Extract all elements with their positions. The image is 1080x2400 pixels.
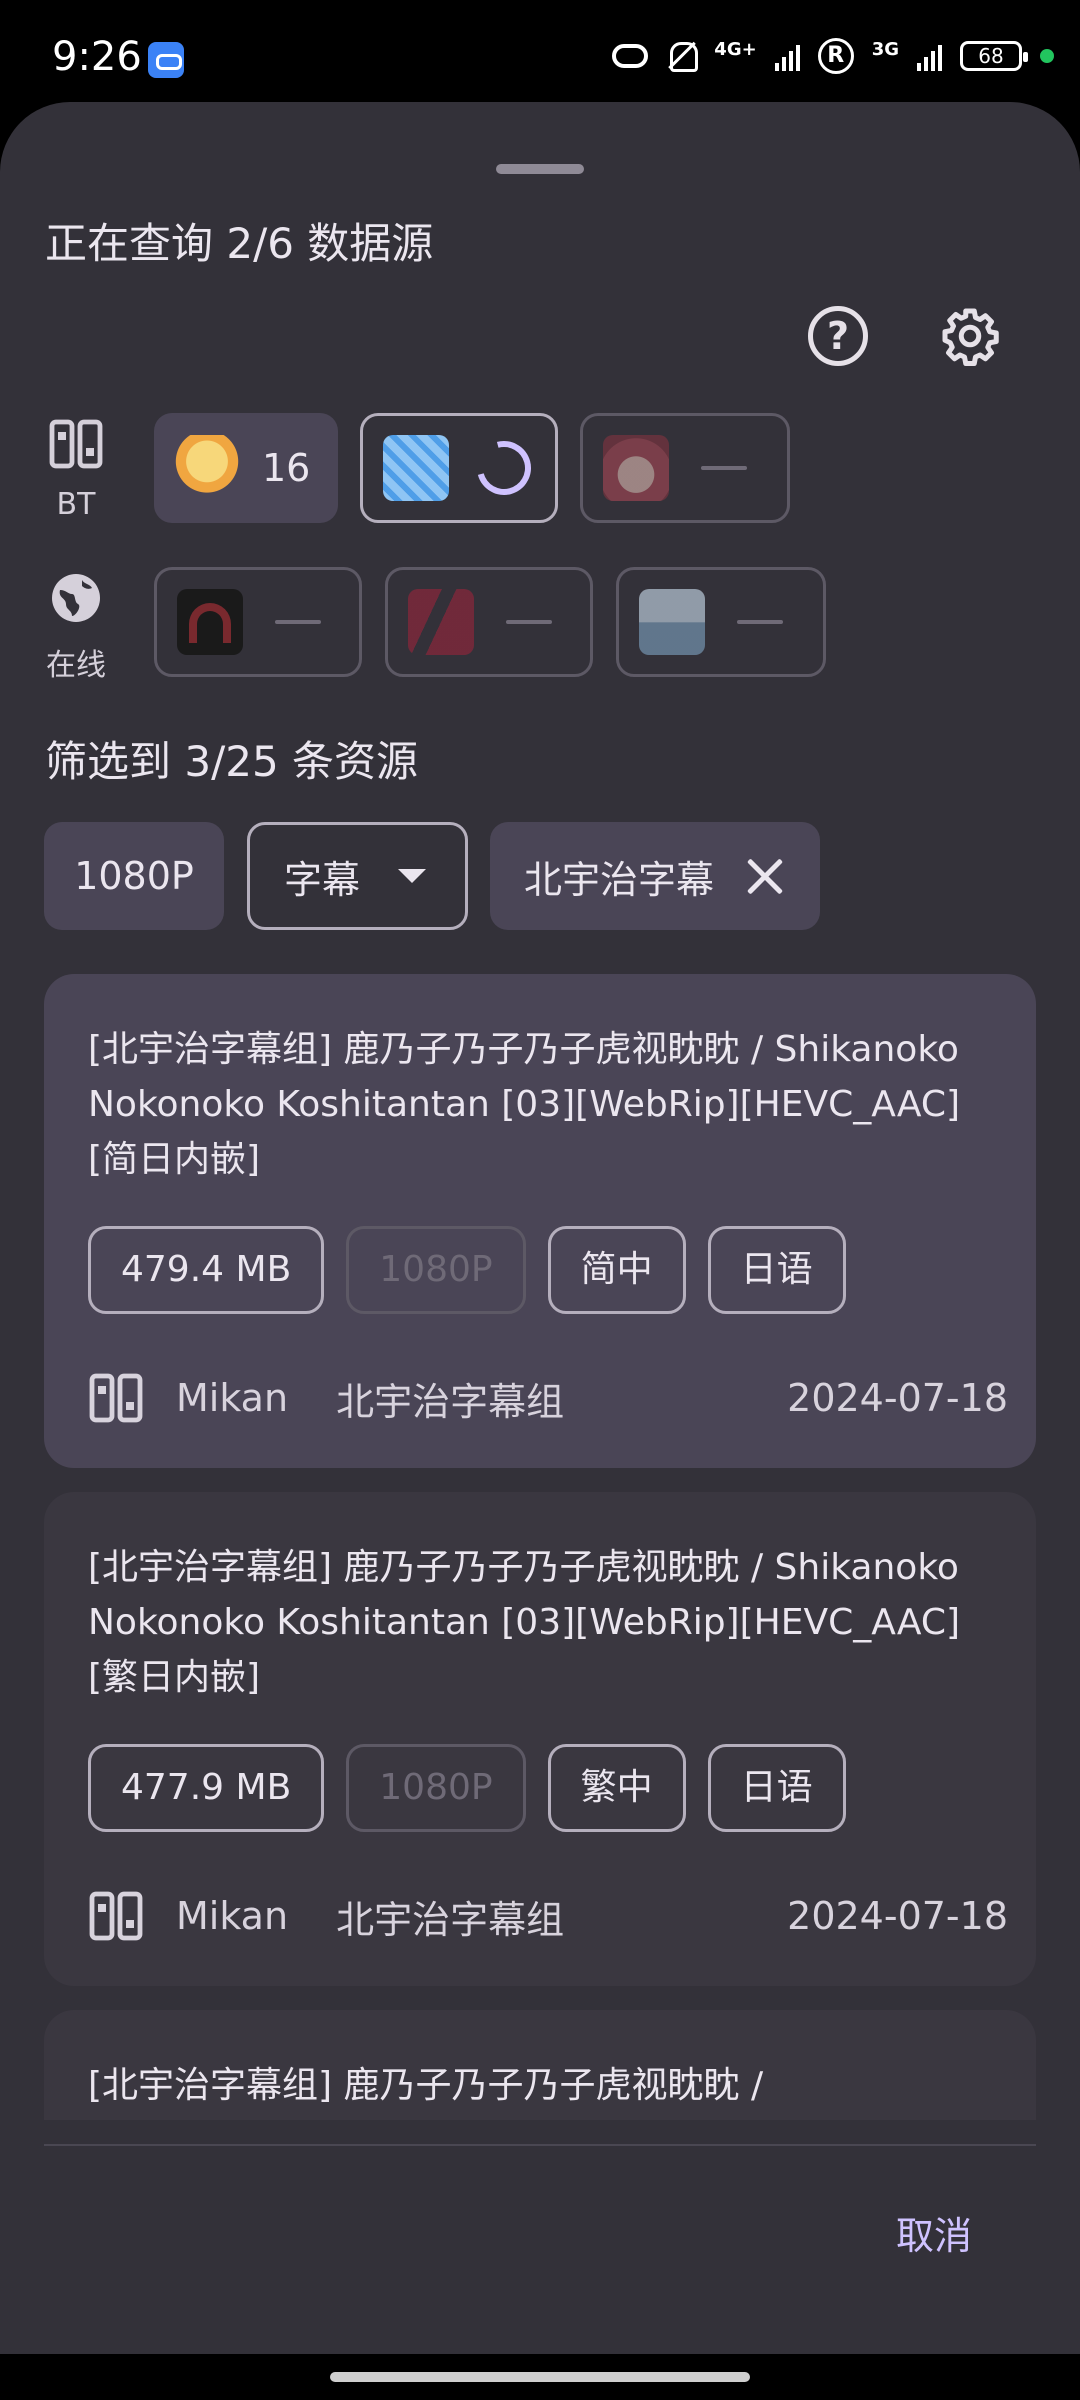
source-avatar (603, 435, 669, 501)
battery-icon: 68 (960, 41, 1028, 71)
group-filter-label: 北宇治字幕 (524, 857, 715, 902)
result-meta: Mikan 北宇治字幕组 2024-07-18 (88, 1886, 1008, 1946)
no-result-dash (275, 620, 321, 624)
status-time: 9:26 (52, 34, 142, 80)
no-result-dash (701, 466, 747, 470)
source-avatar (174, 435, 240, 501)
source-avatar (408, 589, 474, 655)
result-group: 北宇治字幕组 (336, 1897, 565, 1942)
result-title: [北宇治字幕组] 鹿乃子乃子乃子虎视眈眈 / Shikanoko Nokonok… (88, 1547, 961, 1698)
online-source-chip-3[interactable] (616, 567, 826, 677)
network-4g-label: 4G+ (714, 39, 757, 60)
subtitle-filter-dropdown[interactable]: 字幕 (247, 822, 468, 930)
filter-summary-title: 筛选到 3/25 条资源 (45, 737, 419, 786)
no-result-dash (506, 620, 552, 624)
bt-source-chip-2[interactable] (360, 413, 558, 523)
result-tags: 479.4 MB 1080P 简中 日语 (88, 1226, 846, 1314)
bt-source-icon (49, 419, 103, 469)
group-filter-chip[interactable]: 北宇治字幕 (490, 822, 820, 930)
cancel-button[interactable]: 取消 (896, 2205, 972, 2260)
bt-source-icon (89, 1891, 143, 1941)
online-source-chip-1[interactable] (154, 567, 362, 677)
loading-spinner-icon (467, 431, 541, 505)
source-result-count: 16 (262, 446, 311, 490)
signal-icon (917, 41, 942, 71)
signal-icon (774, 41, 800, 71)
globe-icon (52, 574, 100, 622)
link-app-icon (148, 42, 184, 78)
online-source-chip-2[interactable] (385, 567, 593, 677)
query-status-title: 正在查询 2/6 数据源 (45, 219, 434, 268)
bt-source-chip-3[interactable] (580, 413, 790, 523)
audio-lang-tag: 日语 (707, 1744, 846, 1832)
bt-label: BT (56, 487, 96, 522)
result-meta: Mikan 北宇治字幕组 2024-07-18 (88, 1368, 1008, 1428)
roaming-icon: R (817, 38, 854, 74)
bt-source-chip-1[interactable]: 16 (154, 413, 338, 523)
result-card[interactable]: [北宇治字幕组] 鹿乃子乃子乃子虎视眈眈 / Shikanoko Nokonok… (44, 974, 1036, 1468)
result-date: 2024-07-18 (787, 1894, 1008, 1938)
footer-divider (44, 2144, 1036, 2146)
resolution-filter-label: 1080P (74, 854, 194, 898)
size-tag: 477.9 MB (88, 1744, 325, 1832)
gear-icon[interactable] (940, 306, 1000, 366)
result-source: Mikan (176, 1376, 289, 1420)
mute-icon (666, 40, 699, 72)
status-bar: 9:26 4G+ R 3G 68 (0, 0, 1080, 100)
result-title: [北宇治字幕组] 鹿乃子乃子乃子虎视眈眈 / (88, 2065, 764, 2106)
network-3g-label: 3G (871, 39, 899, 60)
source-avatar (177, 589, 243, 655)
result-group: 北宇治字幕组 (336, 1379, 565, 1424)
chevron-down-icon (398, 869, 427, 883)
source-avatar (639, 589, 705, 655)
status-icons: 4G+ R 3G 68 (612, 36, 1054, 76)
hotspot-icon (612, 44, 649, 68)
resolution-filter-chip[interactable]: 1080P (44, 822, 224, 930)
help-icon[interactable]: ? (808, 306, 868, 366)
home-gesture-bar[interactable] (330, 2372, 750, 2382)
audio-lang-tag: 日语 (707, 1226, 846, 1314)
subtitle-lang-tag: 简中 (547, 1226, 686, 1314)
subtitle-filter-label: 字幕 (284, 857, 361, 902)
result-card[interactable]: [北宇治字幕组] 鹿乃子乃子乃子虎视眈眈 / (44, 2010, 1036, 2120)
results-list[interactable]: [北宇治字幕组] 鹿乃子乃子乃子虎视眈眈 / Shikanoko Nokonok… (44, 974, 1036, 2120)
result-source: Mikan (176, 1894, 289, 1938)
drag-handle[interactable] (496, 164, 584, 174)
close-icon[interactable] (744, 856, 784, 896)
size-tag: 479.4 MB (88, 1226, 325, 1314)
resolution-tag: 1080P (346, 1744, 526, 1832)
result-card[interactable]: [北宇治字幕组] 鹿乃子乃子乃子虎视眈眈 / Shikanoko Nokonok… (44, 1492, 1036, 1986)
result-date: 2024-07-18 (787, 1376, 1008, 1420)
no-result-dash (737, 620, 783, 624)
bt-source-icon (89, 1373, 143, 1423)
source-avatar (383, 435, 449, 501)
result-title: [北宇治字幕组] 鹿乃子乃子乃子虎视眈眈 / Shikanoko Nokonok… (88, 1029, 961, 1180)
subtitle-lang-tag: 繁中 (547, 1744, 686, 1832)
navigation-bar (0, 2354, 1080, 2400)
result-tags: 477.9 MB 1080P 繁中 日语 (88, 1744, 846, 1832)
resolution-tag: 1080P (346, 1226, 526, 1314)
privacy-dot-icon (1040, 49, 1054, 63)
online-label: 在线 (46, 648, 106, 683)
